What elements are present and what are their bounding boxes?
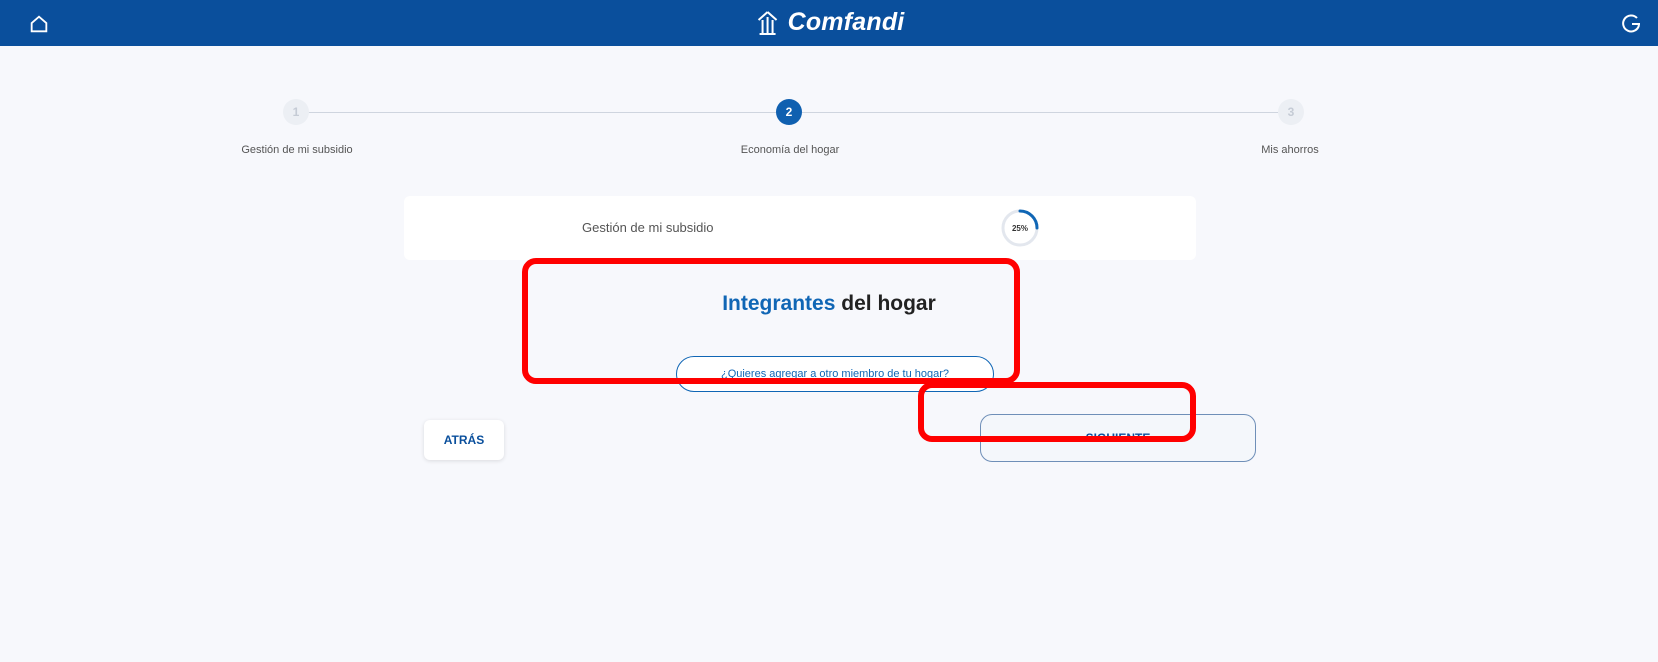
- step-2-label: Economía del hogar: [740, 144, 840, 156]
- step-3-dot: 3: [1278, 99, 1304, 125]
- add-member-button[interactable]: ¿Quieres agregar a otro miembro de tu ho…: [676, 356, 994, 392]
- section-title: Integrantes del hogar: [0, 292, 1658, 316]
- progress-percent: 25%: [1011, 223, 1028, 233]
- section-title-accent: Integrantes: [722, 292, 836, 315]
- progress-title: Gestión de mi subsidio: [582, 220, 714, 235]
- step-1-label: Gestión de mi subsidio: [241, 144, 353, 156]
- step-3-label: Mis ahorros: [1261, 144, 1319, 156]
- progress-card: Gestión de mi subsidio 25%: [404, 196, 1196, 260]
- back-button[interactable]: ATRÁS: [424, 420, 504, 460]
- step-connector: [303, 112, 776, 113]
- step-1-dot: 1: [283, 99, 309, 125]
- next-button[interactable]: SIGUIENTE: [980, 414, 1256, 462]
- step-2-dot: 2: [776, 99, 802, 125]
- step-connector: [802, 112, 1278, 113]
- stepper: 1 2 3 Gestión de mi subsidio Economía de…: [0, 0, 1658, 170]
- section-title-rest: del hogar: [841, 292, 936, 315]
